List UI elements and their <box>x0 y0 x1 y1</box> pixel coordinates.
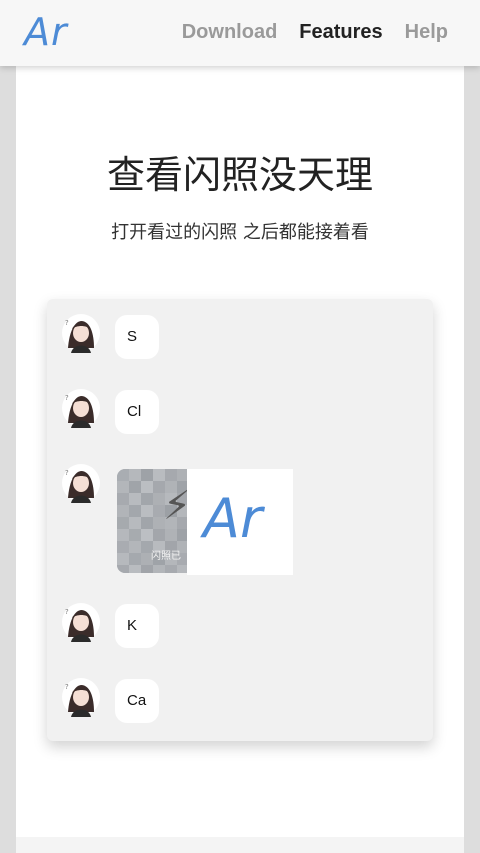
message-bubble[interactable]: Cl <box>115 390 159 434</box>
message-bubble[interactable]: Ca <box>115 679 159 723</box>
svg-text:?: ? <box>65 469 69 477</box>
ar-logo-text: Ar <box>203 487 263 550</box>
main-nav: Download Features Help <box>182 21 448 44</box>
user-avatar-icon: ? <box>62 389 100 428</box>
message-bubble[interactable]: K <box>115 604 159 648</box>
user-avatar-icon: ? <box>62 464 100 503</box>
chat-message: ? S <box>47 313 433 363</box>
page-footer-edge <box>16 837 464 853</box>
features-page: 查看闪照没天理 打开看过的闪照 之后都能接着看 ? S ? Cl ? ⚡ 闪照已… <box>16 66 464 837</box>
chat-preview-card: ? S ? Cl ? ⚡ 闪照已 Ar ? K ? Ca <box>47 299 433 741</box>
nav-link-download[interactable]: Download <box>182 21 278 44</box>
chat-message: ? K <box>47 602 433 652</box>
svg-text:?: ? <box>65 608 69 616</box>
svg-text:?: ? <box>65 683 69 691</box>
lightning-bolt-icon: ⚡ <box>163 483 189 529</box>
feature-title: 查看闪照没天理 <box>106 153 373 197</box>
ar-logo-overlay: Ar <box>187 469 293 575</box>
message-bubble[interactable]: S <box>115 315 159 359</box>
user-avatar-icon: ? <box>62 603 100 642</box>
flash-photo-message[interactable]: ⚡ 闪照已 Ar <box>117 469 293 575</box>
flash-photo-caption: 闪照已 <box>151 551 181 562</box>
user-avatar-icon: ? <box>62 314 100 353</box>
nav-link-help[interactable]: Help <box>405 21 448 44</box>
feature-subtitle: 打开看过的闪照 之后都能接着看 <box>111 222 369 243</box>
chat-message: ? Cl <box>47 388 433 438</box>
chat-message: ? Ca <box>47 677 433 727</box>
svg-text:?: ? <box>65 319 69 327</box>
blurred-flash-photo[interactable]: ⚡ 闪照已 <box>117 469 189 573</box>
user-avatar-icon: ? <box>62 678 100 717</box>
svg-text:?: ? <box>65 394 69 402</box>
nav-link-features[interactable]: Features <box>299 21 382 44</box>
app-logo[interactable]: Ar <box>24 10 68 54</box>
top-navigation-bar: Ar Download Features Help <box>0 0 480 66</box>
